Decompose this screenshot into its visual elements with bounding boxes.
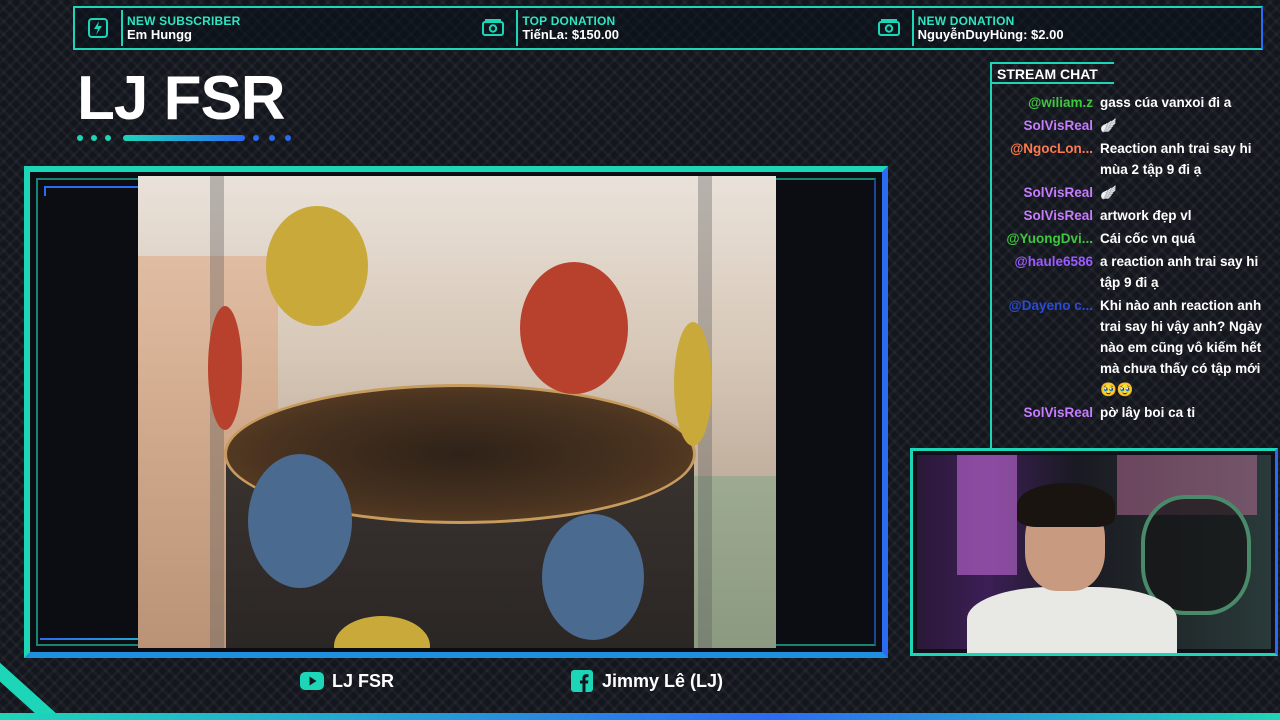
chat-text: 🪽 [1100,185,1117,200]
chat-text: Reaction anh trai say hi mùa 2 tập 9 đi … [1100,141,1252,177]
chat-username[interactable]: SolVisReal [994,205,1100,226]
alert-title: NEW DONATION [917,14,1015,28]
alert-new-donation: NEW DONATION NguyễnDuyHùng: $2.00 [866,8,1261,48]
youtube-label: LJ FSR [332,670,395,691]
facebook-icon [570,670,594,692]
chat-username[interactable]: SolVisReal [994,115,1100,136]
webcam-frame [910,448,1278,656]
facebook-label: Jimmy Lê (LJ) [602,670,724,691]
chat-message-list[interactable]: @wiliam.z gass cúa vanxoi đi a SolVisReal 🪽… [994,92,1274,425]
chat-message: @YuongDvi... Cái cốc vn quá [994,228,1274,249]
alert-top-donation: TOP DONATION TiếnLa: $150.00 [470,8,865,48]
chat-border-line [990,84,992,448]
youtube-link[interactable]: LJ FSR [300,670,394,692]
chat-username[interactable]: @NgocLon... [994,138,1100,180]
chat-message: SolVisReal 🪽 [994,182,1274,203]
chat-message: @Dayeno c... Khi nào anh reaction anh tra… [994,295,1274,400]
chat-text: 🪽 [1100,118,1117,133]
chat-message: SolVisReal artwork đẹp vl [994,205,1274,226]
webcam-video[interactable] [917,455,1271,653]
alert-divider [911,10,914,46]
chat-username[interactable]: SolVisReal [994,182,1100,203]
chat-message: @NgocLon... Reaction anh trai say hi mùa … [994,138,1274,180]
chat-message: @wiliam.z gass cúa vanxoi đi a [994,92,1274,113]
main-video-frame [24,166,888,658]
frame-corner-decoration [44,186,144,196]
chat-username[interactable]: @Dayeno c... [994,295,1100,400]
alert-value: NguyễnDuyHùng: $2.00 [917,27,1064,42]
alert-value: TiếnLa: $150.00 [522,27,619,42]
channel-title: LJ FSR [77,64,286,133]
video-content[interactable] [138,176,776,648]
money-icon [876,15,902,41]
alert-divider [121,10,123,46]
chat-username[interactable]: @haule6586 [994,251,1100,293]
chat-username[interactable]: @YuongDvi... [994,228,1100,249]
youtube-icon [300,670,324,692]
chat-text: Cái cốc vn quá [1100,231,1196,246]
chat-message: SolVisReal 🪽 [994,115,1274,136]
bolt-icon [85,15,111,41]
alert-new-subscriber: NEW SUBSCRIBER Em Hungg [75,8,470,48]
chat-text: Khi nào anh reaction anh trai say hi vậy… [1100,298,1263,397]
chat-text: a reaction anh trai say hi tập 9 đi ạ [1100,254,1259,290]
chat-message: SolVisReal pờ lây boi ca ti [994,402,1274,423]
alert-title: NEW SUBSCRIBER [127,14,241,28]
alert-divider [516,10,519,46]
chat-text: artwork đẹp vl [1100,208,1192,223]
chat-username[interactable]: @wiliam.z [994,92,1100,113]
alert-value: Em Hungg [127,27,192,42]
chat-username[interactable]: SolVisReal [994,402,1100,423]
money-icon [480,15,506,41]
chat-message: @haule6586 a reaction anh trai say hi tập… [994,251,1274,293]
title-underline [77,134,297,142]
alert-bar: NEW SUBSCRIBER Em Hungg TOP DONATION Tiế… [73,6,1263,50]
alert-title: TOP DONATION [522,14,616,28]
chat-text: gass cúa vanxoi đi a [1100,95,1232,110]
facebook-link[interactable]: Jimmy Lê (LJ) [570,670,723,692]
stream-chat-header: STREAM CHAT [990,62,1114,84]
chat-text: pờ lây boi ca ti [1100,405,1196,420]
bottom-accent-line [0,713,1280,720]
